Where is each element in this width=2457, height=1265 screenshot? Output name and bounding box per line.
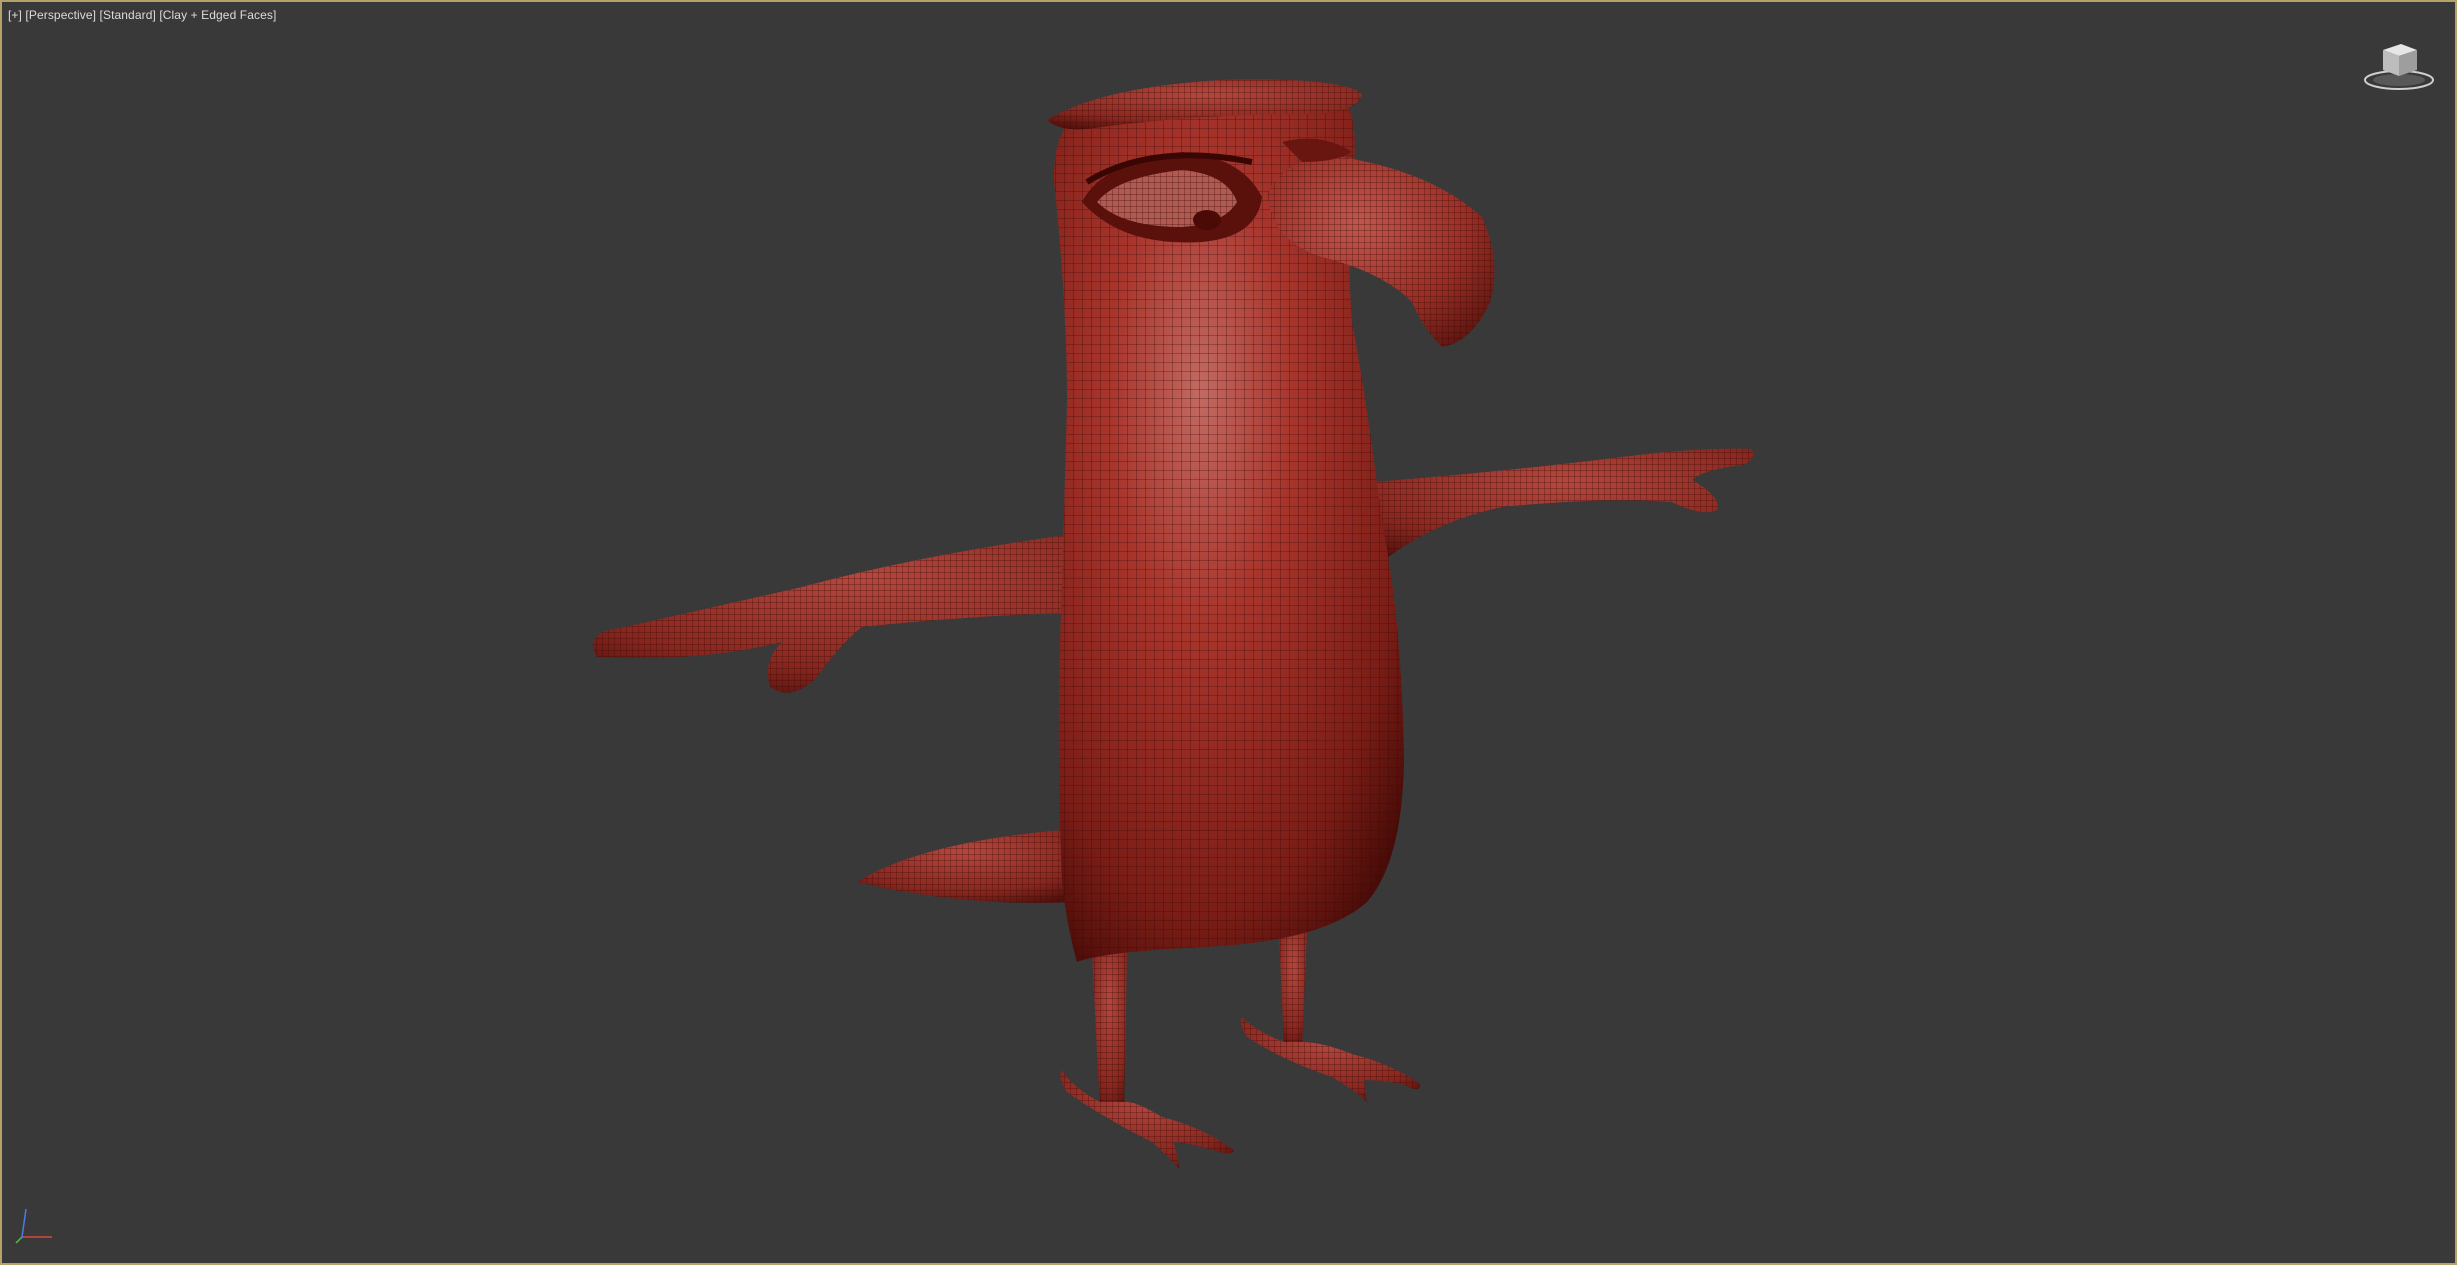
legs [1060,932,1421,1170]
tail [857,830,1072,903]
axis-tripod-icon [15,1208,52,1244]
bird-model[interactable] [2,2,2457,1265]
wing-right [1372,448,1754,562]
viewport-perspective[interactable]: [+] [Perspective] [Standard] [Clay + Edg… [0,0,2457,1265]
viewcube-icon[interactable] [2359,36,2439,92]
wing-left [593,527,1132,693]
